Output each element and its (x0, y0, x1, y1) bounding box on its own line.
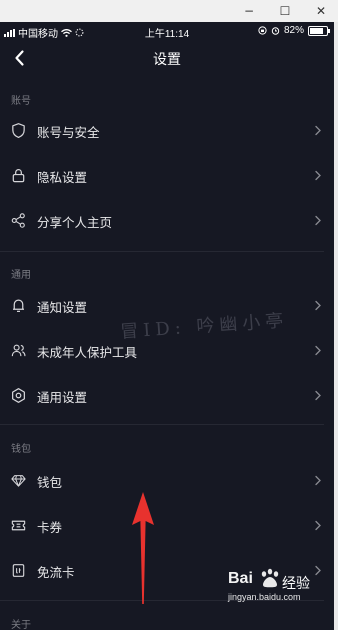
section-label-account: 账号 (11, 96, 31, 107)
settings-row-coupons[interactable]: 卡券 (0, 503, 334, 548)
baidu-wordmark: Bai (228, 570, 253, 587)
window-title-bar: − ☐ ✕ (0, 0, 338, 22)
chevron-right-icon (315, 170, 321, 181)
section-label-wallet: 钱包 (11, 444, 31, 455)
row-label: 通知设置 (37, 301, 88, 315)
row-label: 未成年人保护工具 (37, 346, 138, 360)
chevron-right-icon (315, 520, 321, 531)
ticket-icon (11, 520, 26, 531)
baidu-jingyan-text: 经验 (282, 575, 310, 591)
row-label: 隐私设置 (37, 171, 88, 185)
swipe-up-arrow-icon (132, 492, 154, 604)
settings-row-general[interactable]: 通用设置 (0, 373, 334, 418)
row-label: 钱包 (37, 476, 63, 490)
status-bar: 中国移动 上午11:14 82% (0, 22, 334, 40)
shield-icon (12, 123, 25, 139)
baidu-paw-icon (261, 568, 279, 588)
chevron-right-icon (315, 215, 321, 226)
share-icon (11, 213, 25, 228)
maximize-button[interactable]: ☐ (268, 0, 302, 22)
phone-screen: 中国移动 上午11:14 82% 设置 账号 账号与安全 隐私设置 分享个人主页… (0, 22, 334, 630)
settings-row-wallet[interactable]: 钱包 (0, 458, 334, 503)
orientation-lock-icon (258, 26, 267, 35)
nav-bar: 设置 (0, 40, 334, 76)
lock-icon (12, 169, 25, 183)
diamond-icon (11, 475, 26, 487)
chevron-right-icon (315, 390, 321, 401)
section-label-general: 通用 (11, 270, 31, 281)
alarm-icon (271, 27, 280, 35)
chevron-right-icon (315, 125, 321, 136)
gear-icon (12, 388, 25, 403)
window-edge (334, 22, 338, 630)
row-label: 通用设置 (37, 391, 88, 405)
chevron-right-icon (315, 300, 321, 311)
baidu-jingyan-logo: Bai 经验 jingyan.baidu.com (206, 548, 334, 608)
battery-level (310, 27, 324, 34)
row-label: 免流卡 (37, 566, 75, 580)
section-divider (0, 251, 324, 252)
sim-card-icon (12, 564, 25, 577)
minimize-button[interactable]: − (232, 0, 266, 22)
settings-row-share-profile[interactable]: 分享个人主页 (0, 198, 334, 243)
row-label: 卡券 (37, 521, 63, 535)
close-button[interactable]: ✕ (304, 0, 338, 22)
row-label: 分享个人主页 (37, 216, 113, 230)
battery-icon (308, 25, 330, 36)
users-icon (11, 344, 26, 357)
bell-icon (13, 299, 24, 312)
chevron-right-icon (315, 475, 321, 486)
page-title: 设置 (153, 51, 181, 67)
row-label: 账号与安全 (37, 126, 100, 140)
baidu-url: jingyan.baidu.com (228, 592, 301, 602)
section-divider (0, 424, 324, 425)
section-label-about: 关于 (11, 620, 31, 630)
battery-percent: 82% (283, 25, 304, 36)
settings-row-account-security[interactable]: 账号与安全 (0, 108, 334, 153)
settings-row-privacy[interactable]: 隐私设置 (0, 153, 334, 198)
chevron-right-icon (315, 345, 321, 356)
